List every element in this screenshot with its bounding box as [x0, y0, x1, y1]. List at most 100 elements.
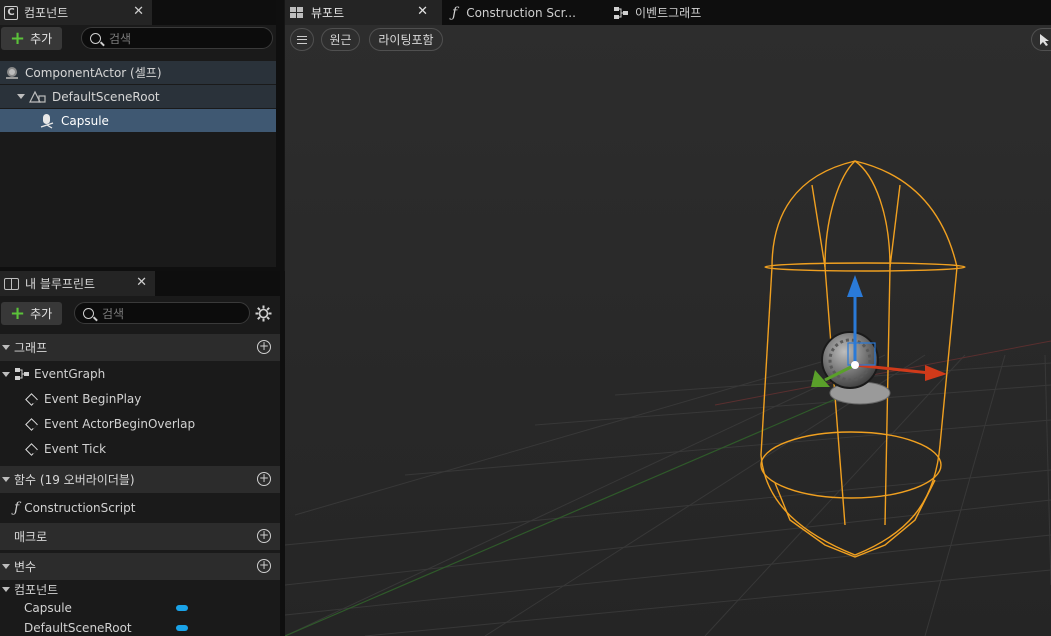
function-icon: ƒ	[452, 4, 458, 21]
collapse-arrow-icon[interactable]	[2, 345, 10, 350]
viewport-grid-icon	[290, 7, 303, 18]
section-macros[interactable]: 매크로 +	[0, 523, 280, 550]
expand-arrow-icon[interactable]	[17, 94, 25, 99]
section-macros-label: 매크로	[14, 530, 48, 544]
tab-viewport-label: 뷰포트	[311, 6, 345, 20]
blueprint-tabbar: 내 블루프린트 ✕	[0, 271, 280, 296]
tree-item-component-actor[interactable]: ComponentActor (셀프)	[0, 61, 276, 84]
tree-item-capsule[interactable]: Capsule	[0, 109, 276, 132]
search-icon	[90, 32, 101, 44]
event-label: Event ActorBeginOverlap	[44, 417, 196, 431]
tab-components-label: 컴포넌트	[24, 6, 69, 20]
add-function-icon[interactable]: +	[257, 472, 271, 486]
editor-tabbar: 뷰포트 ✕ ƒ Construction Scr... 이벤트그래프	[285, 0, 1051, 25]
list-item-components-group[interactable]: 컴포넌트	[0, 578, 280, 600]
actor-icon	[6, 66, 18, 79]
close-icon[interactable]: ✕	[417, 4, 428, 19]
components-search-input[interactable]: 검색	[81, 27, 273, 49]
close-icon[interactable]: ✕	[136, 275, 147, 290]
collapse-arrow-icon[interactable]	[2, 564, 10, 569]
close-icon[interactable]: ✕	[133, 4, 144, 19]
viewport-options-button[interactable]	[290, 28, 314, 51]
collapse-arrow-icon[interactable]	[2, 586, 10, 592]
tree-item-label: DefaultSceneRoot	[52, 89, 160, 104]
add-macro-icon[interactable]: +	[257, 529, 271, 543]
book-icon	[4, 278, 19, 290]
add-blueprint-label: 추가	[30, 307, 53, 321]
editor-area: 뷰포트 ✕ ƒ Construction Scr... 이벤트그래프 원근 라이…	[285, 0, 1051, 636]
add-blueprint-item-button[interactable]: + 추가	[1, 302, 63, 325]
panel-splitter[interactable]	[276, 0, 284, 271]
components-tabbar: C 컴포넌트 ✕	[0, 0, 276, 25]
perspective-label: 원근	[329, 33, 352, 47]
section-graphs[interactable]: 그래프 +	[0, 334, 280, 361]
collapse-arrow-icon[interactable]	[2, 477, 10, 482]
tree-item-label: Capsule	[61, 113, 109, 128]
section-variables[interactable]: 변수 +	[0, 553, 280, 580]
variable-type-pill[interactable]	[176, 625, 188, 631]
lighting-label: 라이팅포함	[378, 33, 434, 47]
list-item-event-graph[interactable]: EventGraph	[0, 362, 280, 386]
construction-script-label: ConstructionScript	[24, 501, 136, 515]
event-graph-icon	[15, 368, 29, 380]
event-label: Event BeginPlay	[44, 392, 142, 406]
list-item-event-tick[interactable]: Event Tick	[0, 437, 280, 461]
components-search-placeholder: 검색	[109, 31, 132, 46]
list-item-variable-capsule[interactable]: Capsule	[0, 598, 280, 618]
lighting-mode-button[interactable]: 라이팅포함	[369, 28, 443, 51]
components-group-label: 컴포넌트	[14, 582, 59, 597]
add-component-button[interactable]: + 추가	[1, 27, 63, 50]
tab-construction-script-label: Construction Scr...	[466, 5, 576, 20]
variable-label: DefaultSceneRoot	[24, 621, 132, 635]
section-functions[interactable]: 함수 (19 오버라이더블) +	[0, 466, 280, 493]
search-icon	[83, 307, 94, 319]
perspective-button[interactable]: 원근	[321, 28, 360, 51]
tab-my-blueprint-label: 내 블루프린트	[25, 277, 96, 291]
event-label: Event Tick	[44, 442, 107, 456]
my-blueprint-panel: 내 블루프린트 ✕ + 추가 검색 그래프 + EventGraph Event…	[0, 271, 280, 636]
component-c-icon: C	[4, 5, 18, 20]
tree-item-default-scene-root[interactable]: DefaultSceneRoot	[0, 85, 276, 108]
select-mode-button[interactable]	[1031, 28, 1051, 51]
components-toolbar: + 추가 검색	[0, 25, 276, 53]
tab-event-graph-label: 이벤트그래프	[635, 6, 702, 20]
scene-root-icon	[29, 90, 46, 103]
list-item-event-actorbeginoverlap[interactable]: Event ActorBeginOverlap	[0, 412, 280, 436]
list-item-construction-script[interactable]: ƒ ConstructionScript	[0, 496, 280, 520]
viewport-canvas[interactable]: 원근 라이팅포함	[285, 25, 1051, 636]
blueprint-toolbar: + 추가 검색	[0, 300, 280, 328]
event-node-icon	[25, 442, 38, 456]
tab-event-graph[interactable]: 이벤트그래프	[613, 0, 743, 25]
function-icon: ƒ	[14, 500, 20, 516]
tree-item-label: ComponentActor (셀프)	[25, 66, 162, 80]
plus-icon: +	[10, 302, 26, 324]
blueprint-search-placeholder: 검색	[102, 306, 125, 321]
tab-construction-script[interactable]: ƒ Construction Scr...	[452, 0, 602, 25]
variable-type-pill[interactable]	[176, 605, 188, 611]
plus-icon: +	[10, 27, 26, 49]
capsule-component-icon	[40, 113, 54, 129]
expand-arrow-icon[interactable]	[2, 371, 10, 377]
tab-components[interactable]: C 컴포넌트 ✕	[0, 0, 152, 25]
menu-icon	[297, 35, 307, 44]
settings-gear-icon[interactable]	[255, 305, 272, 322]
variable-label: Capsule	[24, 601, 72, 615]
tab-viewport[interactable]: 뷰포트 ✕	[285, 0, 442, 25]
viewport-scene	[285, 25, 1051, 636]
event-node-icon	[25, 392, 38, 406]
section-graphs-label: 그래프	[14, 341, 48, 355]
list-item-event-beginplay[interactable]: Event BeginPlay	[0, 387, 280, 411]
cursor-icon	[1040, 34, 1049, 46]
left-column: C 컴포넌트 ✕ + 추가 검색 ComponentActor (셀프) Def…	[0, 0, 285, 636]
event-graph-label: EventGraph	[34, 367, 106, 381]
add-variable-icon[interactable]: +	[257, 559, 271, 573]
event-node-icon	[25, 417, 38, 431]
event-graph-icon	[614, 6, 628, 19]
tab-my-blueprint[interactable]: 내 블루프린트 ✕	[0, 271, 155, 296]
add-component-label: 추가	[30, 32, 53, 46]
components-panel: C 컴포넌트 ✕ + 추가 검색 ComponentActor (셀프) Def…	[0, 0, 276, 267]
blueprint-search-input[interactable]: 검색	[74, 302, 250, 324]
section-functions-label: 함수 (19 오버라이더블)	[14, 473, 135, 487]
list-item-variable-defaultsceneroot[interactable]: DefaultSceneRoot	[0, 618, 280, 636]
add-graph-icon[interactable]: +	[257, 340, 271, 354]
